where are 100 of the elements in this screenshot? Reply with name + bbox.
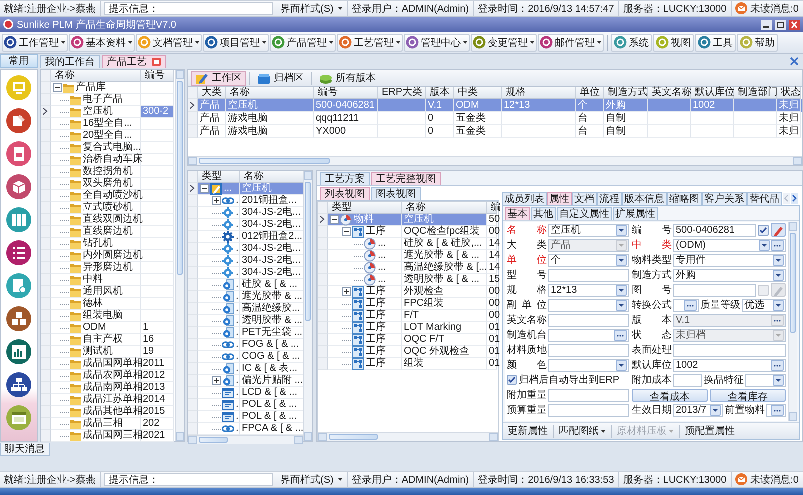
- tree-node[interactable]: 立式喷砂机: [83, 202, 133, 213]
- collapse-icon[interactable]: [330, 215, 339, 224]
- menu-button[interactable]: 文档管理: [136, 34, 202, 52]
- vertical-scrollbar[interactable]: [175, 70, 184, 441]
- input-field[interactable]: [673, 298, 698, 312]
- collapse-icon[interactable]: [200, 184, 209, 193]
- column-header[interactable]: 规格: [502, 87, 576, 99]
- horizontal-scrollbar[interactable]: [318, 432, 498, 441]
- input-field[interactable]: [548, 314, 629, 326]
- checkbox[interactable]: 归档后自动导出到ERP: [507, 373, 620, 387]
- close-icon[interactable]: [152, 58, 161, 66]
- toolbar-button[interactable]: 系统: [611, 34, 652, 52]
- column-header[interactable]: 名称: [240, 171, 304, 183]
- mail-icon[interactable]: [734, 2, 748, 15]
- tab[interactable]: 图表视图: [371, 187, 421, 200]
- expand-icon[interactable]: [212, 376, 221, 385]
- tab[interactable]: 版本信息: [622, 192, 667, 205]
- toolbar-button[interactable]: 工具: [695, 34, 736, 52]
- tree-row[interactable]: ... 硅胶 & [ & 硅胶,... 14: [318, 238, 498, 250]
- row-header[interactable]: [41, 106, 51, 118]
- chart-icon[interactable]: [6, 339, 32, 365]
- row-header[interactable]: [318, 214, 328, 226]
- input-field[interactable]: [766, 404, 786, 416]
- table-row[interactable]: 产品 游戏电脑 qqq11211 0 五金类 台 自制 未归: [188, 112, 802, 125]
- tab[interactable]: 流程: [597, 192, 622, 205]
- menu-button[interactable]: 项目管理: [203, 34, 269, 52]
- restore-icon[interactable]: [775, 20, 786, 30]
- tree-node[interactable]: 内外圆磨边机: [83, 250, 143, 261]
- action-button[interactable]: 匹配图纸: [556, 424, 609, 438]
- minimize-icon[interactable]: [761, 20, 772, 30]
- input-field[interactable]: 500-0406281: [673, 224, 756, 236]
- document-gear-icon[interactable]: [6, 273, 32, 299]
- monitor-icon[interactable]: [6, 75, 32, 101]
- tree-node[interactable]: 双头磨角机: [83, 178, 133, 189]
- dropdown[interactable]: 专用件: [673, 254, 786, 266]
- column-header[interactable]: 版本: [426, 87, 454, 99]
- input-field[interactable]: 1002: [673, 358, 786, 372]
- column-header[interactable]: 类型: [198, 171, 240, 183]
- column-header[interactable]: 名称: [51, 70, 141, 82]
- tree-row[interactable]: ... 遮光胶带 & [ & ... 14: [318, 250, 498, 262]
- tree-node[interactable]: 治桥自动车床: [83, 154, 143, 165]
- menu-button[interactable]: 工作管理: [2, 34, 68, 52]
- checkbox[interactable]: [758, 224, 769, 236]
- tree-node[interactable]: 成品国网单相: [83, 358, 143, 369]
- dropdown[interactable]: [548, 358, 629, 372]
- tree-row[interactable]: 工序 LOT Marking 01: [318, 322, 498, 334]
- vertical-scrollbar[interactable]: [788, 222, 797, 421]
- tab[interactable]: 产品工艺: [102, 55, 166, 68]
- tree-node[interactable]: 测试机: [83, 346, 113, 357]
- dropdown[interactable]: 12*13: [548, 284, 629, 296]
- toolbar-button[interactable]: 所有版本: [315, 70, 380, 86]
- close-icon[interactable]: [790, 57, 799, 66]
- input-field[interactable]: [548, 388, 629, 402]
- column-header[interactable]: 中类: [454, 87, 502, 99]
- dropdown[interactable]: 空压机: [548, 224, 629, 236]
- tree-node[interactable]: 成品国网三相: [83, 430, 143, 441]
- dropdown[interactable]: 个: [548, 254, 629, 266]
- column-header[interactable]: 名称: [226, 87, 314, 99]
- tab[interactable]: 工艺完整视图: [371, 172, 441, 185]
- tab[interactable]: 列表视图: [320, 187, 370, 200]
- tree-node[interactable]: 成品江苏单相: [83, 394, 143, 405]
- tab[interactable]: 成员列表: [502, 192, 547, 205]
- row-header[interactable]: [188, 99, 198, 112]
- row-header[interactable]: [188, 183, 198, 195]
- menu-button[interactable]: 产品管理: [270, 34, 336, 52]
- column-header[interactable]: 大类: [198, 87, 226, 99]
- tree-row[interactable]: 工序 OQC 外观检查 01: [318, 346, 498, 358]
- edit-button[interactable]: [771, 223, 786, 237]
- tree-node[interactable]: 成品农网单相: [83, 370, 143, 381]
- horizontal-scrollbar[interactable]: [188, 435, 303, 444]
- tree-node[interactable]: 通用风机: [83, 286, 123, 297]
- tree-row[interactable]: 工序 OQC F/T 01: [318, 334, 498, 346]
- close-icon[interactable]: [789, 20, 800, 30]
- tree-row[interactable]: 物料 空压机 50: [318, 214, 498, 226]
- dropdown[interactable]: 2013/7: [673, 404, 723, 416]
- column-header[interactable]: ERP大类: [378, 87, 426, 99]
- tab[interactable]: 文档: [572, 192, 597, 205]
- calendar-icon[interactable]: [6, 405, 32, 431]
- input-field[interactable]: [548, 268, 629, 282]
- input-field[interactable]: [548, 328, 629, 342]
- toolbar-button[interactable]: 工作区: [191, 70, 246, 86]
- list-icon[interactable]: [6, 240, 32, 266]
- tree-node[interactable]: 16型全自...: [83, 118, 132, 129]
- collapse-icon[interactable]: [342, 227, 351, 236]
- toolbar-button[interactable]: 视图: [653, 34, 694, 52]
- tab[interactable]: 其他: [531, 207, 556, 220]
- tree-row[interactable]: 工序 OQC检查fpc组装 00: [318, 226, 498, 238]
- tools-icon[interactable]: [6, 108, 32, 134]
- tree-row[interactable]: ... 高温绝缘胶带 & [... 14: [318, 262, 498, 274]
- action-button[interactable]: 更新属性: [505, 424, 551, 438]
- column-header[interactable]: 状态: [777, 87, 801, 99]
- style-menu[interactable]: 界面样式(S): [276, 472, 348, 487]
- tree-node[interactable]: 空压机: [83, 106, 113, 117]
- menu-button[interactable]: 工艺管理: [337, 34, 403, 52]
- tree-node[interactable]: 电子产品: [83, 94, 123, 105]
- expand-icon[interactable]: [342, 287, 351, 296]
- tab[interactable]: 缩略图: [667, 192, 702, 205]
- tree-row[interactable]: 工序 F/T 00: [318, 310, 498, 322]
- table-row[interactable]: 产品 游戏电脑 YX000 0 五金类 台 自制 未归: [188, 125, 802, 138]
- tree-row[interactable]: 工序 FPC组装 00: [318, 298, 498, 310]
